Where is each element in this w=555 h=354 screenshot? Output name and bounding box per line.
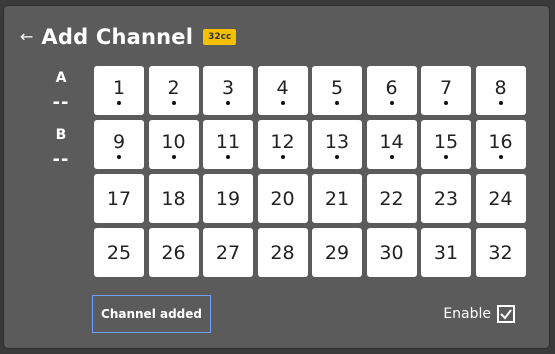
channel-dot-icon bbox=[444, 100, 448, 105]
page-title: Add Channel bbox=[41, 25, 194, 49]
channel-number: 21 bbox=[324, 187, 350, 210]
channel-button-7[interactable]: 7 bbox=[421, 66, 471, 115]
channel-number: 11 bbox=[215, 130, 241, 153]
channel-button-10[interactable]: 10 bbox=[148, 120, 199, 169]
channel-button-25[interactable]: 25 bbox=[94, 228, 144, 277]
channel-dot-icon bbox=[171, 100, 176, 105]
channel-button-20[interactable]: 20 bbox=[257, 174, 308, 223]
channel-number: 8 bbox=[494, 76, 507, 99]
channel-button-26[interactable]: 26 bbox=[148, 228, 199, 277]
channel-number: 27 bbox=[215, 241, 241, 264]
channel-number: 9 bbox=[112, 130, 126, 153]
channel-button-13[interactable]: 13 bbox=[312, 120, 362, 169]
channel-number: 17 bbox=[106, 187, 132, 210]
channel-dot-icon bbox=[335, 100, 339, 105]
channel-button-27[interactable]: 27 bbox=[203, 228, 253, 277]
side-a-value: -- bbox=[52, 92, 70, 113]
channel-button-11[interactable]: 11 bbox=[203, 120, 253, 169]
channel-button-22[interactable]: 22 bbox=[366, 174, 417, 223]
channel-number: 15 bbox=[433, 130, 459, 153]
side-a-letter: A bbox=[55, 70, 67, 86]
channel-number: 5 bbox=[330, 76, 344, 99]
channel-number: 13 bbox=[324, 130, 350, 153]
channel-number: 25 bbox=[106, 241, 132, 264]
channel-button-29[interactable]: 29 bbox=[312, 228, 362, 277]
add-channel-panel: ← Add Channel 32cc A -- B -- 1 2 3 4 5 6 7 8 9 10… bbox=[4, 6, 549, 348]
channel-button-2[interactable]: 2 bbox=[148, 66, 199, 115]
channel-dot-icon bbox=[498, 100, 503, 105]
channel-number: 22 bbox=[379, 187, 404, 210]
channel-number: 26 bbox=[161, 241, 186, 264]
channel-dot-icon bbox=[444, 154, 448, 159]
channel-button-9[interactable]: 9 bbox=[94, 120, 144, 169]
channel-number: 20 bbox=[270, 187, 295, 210]
channel-number: 16 bbox=[488, 130, 513, 153]
channel-button-14[interactable]: 14 bbox=[366, 120, 417, 169]
channel-button-31[interactable]: 31 bbox=[421, 228, 471, 277]
channel-button-5[interactable]: 5 bbox=[312, 66, 362, 115]
channel-button-1[interactable]: 1 bbox=[94, 66, 144, 115]
side-b-value: -- bbox=[52, 149, 70, 170]
channel-number: 12 bbox=[270, 130, 295, 153]
channel-number: 28 bbox=[270, 241, 295, 264]
count-badge: 32cc bbox=[203, 29, 237, 45]
channel-button-28[interactable]: 28 bbox=[257, 228, 308, 277]
channel-number: 19 bbox=[215, 187, 241, 210]
channel-button-32[interactable]: 32 bbox=[475, 228, 526, 277]
channel-dot-icon bbox=[498, 154, 503, 159]
enable-toggle[interactable]: Enable bbox=[443, 305, 515, 323]
channel-number: 3 bbox=[221, 76, 235, 99]
channel-dot-icon bbox=[117, 154, 121, 159]
status-message: Channel added bbox=[92, 295, 211, 333]
channel-dot-icon bbox=[226, 100, 230, 105]
enable-label: Enable bbox=[443, 306, 491, 322]
channel-button-6[interactable]: 6 bbox=[366, 66, 417, 115]
channel-button-24[interactable]: 24 bbox=[475, 174, 526, 223]
channel-button-19[interactable]: 19 bbox=[203, 174, 253, 223]
channel-dot-icon bbox=[389, 154, 394, 159]
channel-button-15[interactable]: 15 bbox=[421, 120, 471, 169]
channel-number: 6 bbox=[385, 76, 398, 99]
channel-dot-icon bbox=[280, 154, 285, 159]
channel-button-4[interactable]: 4 bbox=[257, 66, 308, 115]
channel-number: 23 bbox=[433, 187, 459, 210]
channel-button-21[interactable]: 21 bbox=[312, 174, 362, 223]
side-b: B -- bbox=[46, 127, 76, 170]
channel-button-17[interactable]: 17 bbox=[94, 174, 144, 223]
channel-number: 18 bbox=[161, 187, 186, 210]
enable-checkbox[interactable] bbox=[497, 305, 515, 323]
channel-number: 31 bbox=[433, 241, 459, 264]
checkmark-icon bbox=[500, 309, 512, 320]
channel-number: 24 bbox=[488, 187, 513, 210]
channel-grid: 1 2 3 4 5 6 7 8 9 10 11 12 13 14 15 16 17 18 19 20 21 22 23 24 2… bbox=[94, 66, 526, 277]
channel-dot-icon bbox=[171, 154, 176, 159]
channel-dot-icon bbox=[226, 154, 230, 159]
channel-button-18[interactable]: 18 bbox=[148, 174, 199, 223]
left-arrow-icon[interactable]: ← bbox=[20, 29, 33, 45]
channel-button-3[interactable]: 3 bbox=[203, 66, 253, 115]
channel-number: 32 bbox=[488, 241, 513, 264]
channel-number: 14 bbox=[379, 130, 404, 153]
channel-button-16[interactable]: 16 bbox=[475, 120, 526, 169]
channel-number: 30 bbox=[379, 241, 404, 264]
channel-dot-icon bbox=[335, 154, 339, 159]
channel-number: 7 bbox=[439, 76, 453, 99]
channel-button-8[interactable]: 8 bbox=[475, 66, 526, 115]
channel-dot-icon bbox=[280, 100, 285, 105]
panel-header: ← Add Channel 32cc bbox=[20, 22, 237, 52]
side-b-letter: B bbox=[55, 127, 67, 143]
channel-number: 1 bbox=[112, 76, 126, 99]
channel-button-12[interactable]: 12 bbox=[257, 120, 308, 169]
channel-button-30[interactable]: 30 bbox=[366, 228, 417, 277]
channel-number: 29 bbox=[324, 241, 350, 264]
channel-number: 4 bbox=[276, 76, 289, 99]
side-a: A -- bbox=[46, 70, 76, 113]
channel-button-23[interactable]: 23 bbox=[421, 174, 471, 223]
channel-dot-icon bbox=[389, 100, 394, 105]
channel-dot-icon bbox=[117, 100, 121, 105]
channel-number: 2 bbox=[167, 76, 180, 99]
channel-number: 10 bbox=[161, 130, 186, 153]
